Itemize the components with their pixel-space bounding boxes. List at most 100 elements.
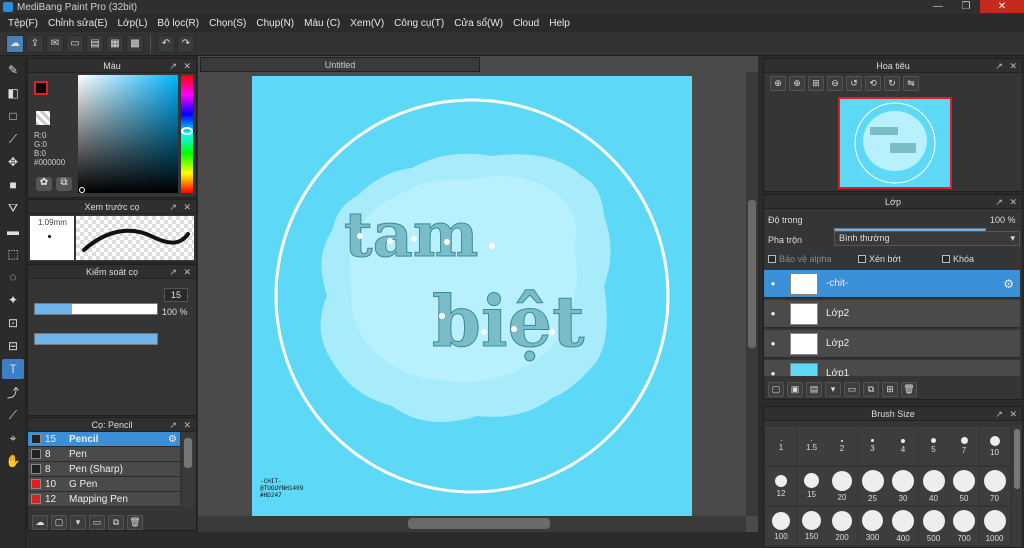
brush-size-option[interactable]: 100 (766, 507, 796, 545)
menu-layer[interactable]: Lớp(L) (113, 18, 153, 29)
brush-size-option[interactable]: 20 (827, 467, 857, 505)
navigator-thumbnail[interactable] (838, 97, 952, 189)
menu-help[interactable]: Help (544, 18, 575, 29)
text-tool-icon[interactable]: T (2, 359, 24, 379)
new-8bit-layer-icon[interactable]: ▤ (806, 382, 822, 397)
zoom-in-icon[interactable]: ⊕ (770, 76, 786, 91)
minimize-button[interactable]: — (924, 0, 952, 13)
blend-mode-select[interactable]: Bình thường ▾ (834, 231, 1020, 246)
menu-cloud[interactable]: Cloud (508, 18, 544, 29)
flip-icon[interactable]: ⇋ (903, 76, 919, 91)
select-tool-icon[interactable]: ⬚ (2, 244, 24, 264)
lasso-tool-icon[interactable]: ◌ (2, 267, 24, 287)
brush-size-option[interactable]: 1000 (979, 507, 1010, 545)
cloud-brush-icon[interactable]: ☁ (32, 515, 48, 530)
panel-controls-icon[interactable]: ↗ ✕ (169, 200, 193, 214)
brush-tool-icon[interactable]: ✎ (2, 60, 24, 80)
divide-tool-icon[interactable]: ⟋ (2, 405, 24, 425)
color-wheel-icon[interactable]: ✿ (36, 177, 52, 191)
panel-controls-icon[interactable]: ↗ ✕ (169, 418, 193, 432)
eye-icon[interactable]: ● (764, 369, 782, 376)
color-history-icon[interactable]: ⧉ (56, 177, 72, 191)
color-picker-handle[interactable] (79, 187, 85, 193)
rectangle-tool-icon[interactable]: □ (2, 106, 24, 126)
brush-size-option[interactable]: 700 (949, 507, 979, 545)
page-icon[interactable]: ▤ (86, 34, 104, 53)
undo-icon[interactable]: ↶ (157, 34, 175, 53)
panel-controls-icon[interactable]: ↗ ✕ (995, 407, 1019, 421)
fill-rect-tool-icon[interactable]: ■ (2, 175, 24, 195)
menu-color[interactable]: Màu (C) (299, 18, 345, 29)
brush-size-option[interactable]: 300 (857, 507, 888, 545)
brush-item[interactable]: 10 G Pen (28, 477, 180, 492)
brush-size-option[interactable]: 4 (888, 427, 918, 465)
panel-icon[interactable]: ▦ (106, 34, 124, 53)
brush-size-option[interactable]: 30 (888, 467, 918, 505)
panel-controls-icon[interactable]: ↗ ✕ (995, 195, 1019, 209)
gear-icon[interactable]: ⚙ (1003, 277, 1014, 291)
canvas-horizontal-thumb[interactable] (408, 518, 550, 529)
rotate-left-icon[interactable]: ↺ (846, 76, 862, 91)
layer-row[interactable]: ● Lớp2 (764, 330, 1020, 358)
layer-row[interactable]: ● Lớp1 (764, 360, 1020, 376)
fit-window-icon[interactable]: ⊞ (808, 76, 824, 91)
lock-checkbox[interactable]: Khóa (942, 254, 974, 264)
bucket-tool-icon[interactable]: ⛛ (2, 198, 24, 218)
delete-icon[interactable]: 🗑 (127, 515, 143, 530)
eye-icon[interactable]: ● (764, 279, 782, 288)
duplicate-layer-icon[interactable]: ⧉ (863, 382, 879, 397)
brush-size-option[interactable]: 1 (766, 427, 796, 465)
brush-size-input[interactable]: 15 (164, 288, 188, 302)
brush-size-option[interactable]: 3 (857, 427, 888, 465)
select-eraser-tool-icon[interactable]: ⊟ (2, 336, 24, 356)
menu-tools[interactable]: Công cụ(T) (389, 18, 449, 29)
brush-item[interactable]: 15 Pencil ⚙ (28, 432, 180, 447)
foreground-color-swatch[interactable] (34, 81, 48, 95)
chat-icon[interactable]: ✉ (46, 34, 64, 53)
move-tool-icon[interactable]: ✥ (2, 152, 24, 172)
cloud-icon[interactable]: ☁ (6, 34, 24, 53)
brush-size-option[interactable]: 50 (949, 467, 979, 505)
menu-edit[interactable]: Chỉnh sửa(E) (43, 18, 113, 29)
rotate-right-icon[interactable]: ↻ (884, 76, 900, 91)
brush-list-scrollbar[interactable] (182, 434, 194, 508)
new-halftone-layer-icon[interactable]: ▣ (787, 382, 803, 397)
document-tab[interactable]: Untitled (200, 57, 480, 72)
maximize-button[interactable]: ❐ (952, 0, 980, 13)
hand-tool-icon[interactable]: ✋ (2, 451, 24, 471)
clip-checkbox[interactable]: Xén bớt (858, 254, 901, 264)
brush-size-option[interactable]: 2 (827, 427, 857, 465)
new-brush-icon[interactable]: ▢ (51, 515, 67, 530)
hue-slider-handle[interactable] (181, 127, 193, 135)
brush-opacity-slider[interactable] (34, 333, 158, 345)
new-layer-icon[interactable]: ▢ (768, 382, 784, 397)
brush-size-option[interactable]: 15 (796, 467, 827, 505)
menu-file[interactable]: Tệp(F) (3, 18, 43, 29)
brush-size-option[interactable]: 400 (888, 507, 918, 545)
brush-item[interactable]: 12 Mapping Pen (28, 492, 180, 507)
menu-select[interactable]: Chọn(S) (204, 18, 251, 29)
redo-icon[interactable]: ↷ (177, 34, 195, 53)
eye-icon[interactable]: ● (764, 339, 782, 348)
brush-size-option[interactable]: 7 (949, 427, 979, 465)
dot-tool-icon[interactable]: ⟋ (2, 129, 24, 149)
brush-size-option[interactable]: 70 (979, 467, 1010, 505)
add-layer-menu-icon[interactable]: ▾ (825, 382, 841, 397)
layer-row[interactable]: ● -chit- ⚙ (764, 270, 1020, 298)
saturation-value-picker[interactable] (78, 75, 178, 193)
gradient-tool-icon[interactable]: ▬ (2, 221, 24, 241)
eye-icon[interactable]: ● (764, 309, 782, 318)
transparent-color-swatch[interactable] (36, 111, 50, 125)
brush-size-option[interactable]: 40 (918, 467, 949, 505)
brush-item[interactable]: 8 Pen (28, 447, 180, 462)
panel-controls-icon[interactable]: ↗ ✕ (169, 59, 193, 73)
brush-size-option[interactable]: 200 (827, 507, 857, 545)
delete-layer-icon[interactable]: 🗑 (901, 382, 917, 397)
add-brush-icon[interactable]: ▾ (70, 515, 86, 530)
panel-controls-icon[interactable]: ↗ ✕ (995, 59, 1019, 73)
select-pen-tool-icon[interactable]: ⊡ (2, 313, 24, 333)
panel-controls-icon[interactable]: ↗ ✕ (169, 265, 193, 279)
eyedropper-tool-icon[interactable]: ⌖ (2, 428, 24, 448)
canvas-vertical-thumb[interactable] (748, 200, 756, 348)
zoom-out-icon[interactable]: ⊕ (789, 76, 805, 91)
